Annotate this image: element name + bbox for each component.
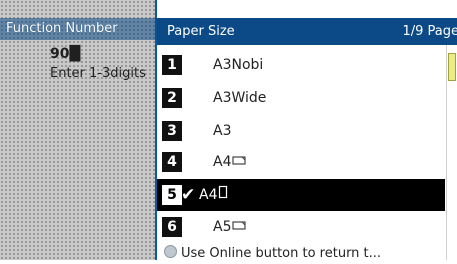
page-indicator: 1/9 Page <box>402 24 457 39</box>
menu-item-a3[interactable]: 3 A3 <box>157 115 445 147</box>
item-number-badge: 6 <box>162 217 182 237</box>
landscape-page-icon <box>232 221 247 230</box>
item-number-badge: 1 <box>162 55 182 75</box>
menu-header: Paper Size 1/9 Page <box>157 18 457 45</box>
check-icon: ✔ <box>181 185 196 205</box>
function-number-panel: Function Number 90█ Enter 1-3digits <box>0 0 157 260</box>
item-label-text: A5 <box>213 219 232 235</box>
online-button-icon <box>164 245 177 258</box>
footer-hint: Use Online button to return t... <box>157 244 457 264</box>
item-number-badge: 5 <box>162 185 182 205</box>
item-label: A3Nobi <box>213 57 264 73</box>
function-number-value[interactable]: 90█ <box>50 46 80 62</box>
item-number-badge: 4 <box>162 152 182 172</box>
landscape-page-icon <box>232 156 247 165</box>
item-number-badge: 3 <box>162 121 182 141</box>
scrollbar-thumb[interactable] <box>448 53 456 81</box>
item-number-badge: 2 <box>162 88 182 108</box>
item-label: A3Wide <box>213 90 267 106</box>
menu-item-a4-landscape[interactable]: 4 A4 <box>157 146 445 178</box>
item-label: A5 <box>213 211 247 243</box>
item-label-text: A4 <box>213 154 232 170</box>
item-label: A4 <box>199 179 228 211</box>
footer-text: Use Online button to return t... <box>181 246 382 261</box>
scrollbar[interactable] <box>446 45 457 260</box>
menu-item-a5-landscape[interactable]: 6 A5 <box>157 211 445 243</box>
function-number-header: Function Number <box>0 18 157 40</box>
paper-size-menu: Paper Size 1/9 Page 1 A3Nobi 2 A3Wide 3 … <box>157 18 457 261</box>
item-label: A3 <box>213 123 232 139</box>
portrait-page-icon <box>219 185 228 199</box>
item-label: A4 <box>213 146 247 178</box>
function-number-hint: Enter 1-3digits <box>50 66 146 81</box>
menu-item-a3wide[interactable]: 2 A3Wide <box>157 82 445 114</box>
menu-title: Paper Size <box>167 24 235 39</box>
menu-item-a4-portrait[interactable]: 5 ✔ A4 <box>157 179 445 211</box>
item-label-text: A4 <box>199 187 218 203</box>
menu-item-a3nobi[interactable]: 1 A3Nobi <box>157 49 445 81</box>
